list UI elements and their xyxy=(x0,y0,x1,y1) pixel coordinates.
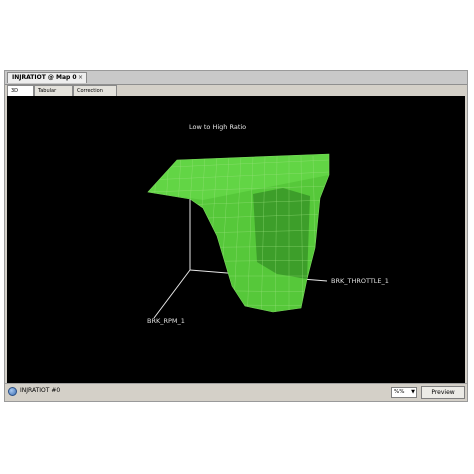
tab-tabular-view[interactable]: Tabular View xyxy=(34,85,73,104)
3d-plot-canvas[interactable]: Low to High Ratio BRK_THROTTLE_1 BRK_RPM… xyxy=(7,96,465,384)
rpm-axis-label: BRK_RPM_1 xyxy=(147,317,185,325)
throttle-axis-label: BRK_THROTTLE_1 xyxy=(331,277,389,285)
tab-3d-view[interactable]: 3D View xyxy=(7,85,34,104)
plot-title: Low to High Ratio xyxy=(189,123,247,131)
map-editor-window: INJRATIOT @ Map 0 × 3D View Tabular View… xyxy=(4,70,468,402)
zoom-select-value: %% xyxy=(394,389,405,395)
zoom-select[interactable]: %% ▼ xyxy=(391,387,417,398)
chevron-down-icon: ▼ xyxy=(411,389,415,395)
surface-mesh xyxy=(147,153,330,313)
document-tab-title: INJRATIOT @ Map 0 xyxy=(12,74,77,81)
surface-plot[interactable] xyxy=(7,96,465,384)
rpm-axis-line xyxy=(153,269,191,319)
close-icon[interactable]: × xyxy=(78,73,83,83)
tab-correction-map[interactable]: Correction Map xyxy=(73,85,117,104)
preview-button[interactable]: Preview xyxy=(421,386,465,399)
document-tab-strip: INJRATIOT @ Map 0 × xyxy=(5,71,467,85)
globe-icon xyxy=(8,387,17,396)
view-tab-strip: 3D View Tabular View Correction Map xyxy=(5,85,467,104)
status-bar: INJRATIOT #0 %% ▼ Preview xyxy=(5,383,467,401)
status-text: INJRATIOT #0 xyxy=(20,387,61,394)
document-tab[interactable]: INJRATIOT @ Map 0 × xyxy=(7,72,87,83)
